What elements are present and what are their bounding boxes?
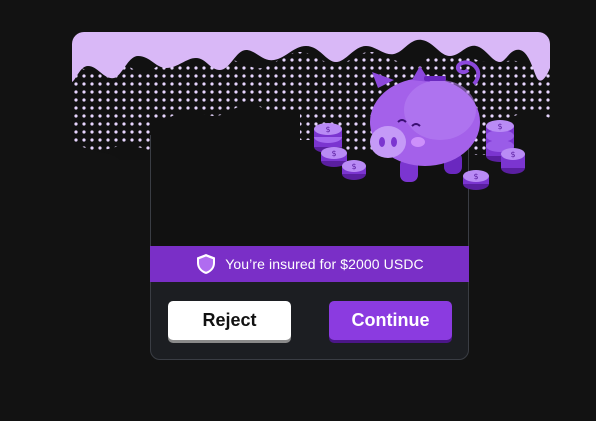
insurance-text: You’re insured for $2000 USDC — [225, 256, 424, 272]
shield-icon — [197, 254, 216, 274]
card-header-area — [151, 111, 468, 247]
svg-text:$: $ — [497, 122, 502, 131]
continue-button[interactable]: Continue — [329, 301, 452, 340]
coin-right-2: $ — [501, 148, 525, 174]
coin-stack-right: $ — [486, 120, 514, 162]
svg-text:$: $ — [510, 150, 515, 159]
screen-background: $ $ $ $ $ $ You’re insured for $2000 USD… — [0, 0, 596, 421]
svg-text:$: $ — [473, 172, 478, 181]
insurance-banner: You’re insured for $2000 USDC — [150, 246, 469, 282]
reject-button[interactable]: Reject — [168, 301, 291, 340]
